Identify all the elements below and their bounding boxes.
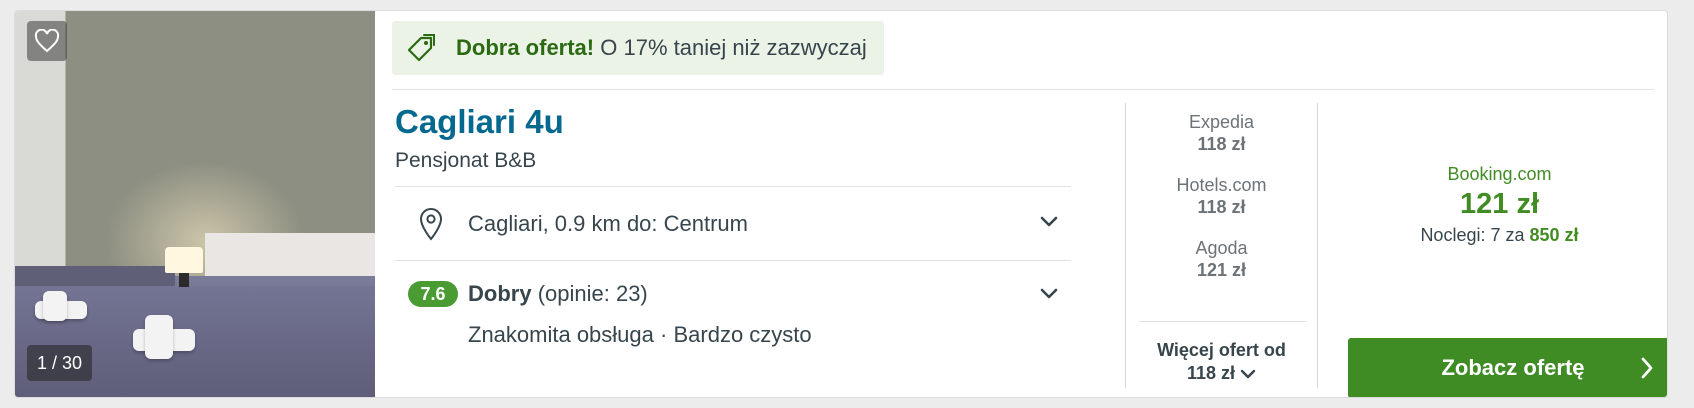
photo-lamp-base [179,273,189,287]
partner-name: Expedia [1188,112,1255,132]
rating-highlights: Znakomita obsługa · Bardzo czysto [468,322,812,348]
more-offers-label: Więcej ofert od [1157,340,1286,360]
top-offer: Booking.com 121 zł Noclegi: 7 za 850 zł [1318,163,1667,247]
rating-score-badge: 7.6 [408,281,458,307]
partner-name: Hotels.com [1176,175,1267,195]
nights-info: Noclegi: 7 za 850 zł [1318,223,1667,247]
partner-price: 118 zł [1197,197,1246,217]
chevron-right-icon [1640,356,1654,386]
location-row[interactable]: Cagliari, 0.9 km do: Centrum [395,187,1071,260]
location-text: Cagliari, 0.9 km do: Centrum [468,211,748,236]
divider [1139,321,1306,322]
map-pin-icon [417,207,445,246]
photo-lamp [165,247,203,273]
deal-description: O 17% taniej niż zazwyczaj [600,35,867,60]
nights-label: Noclegi: 7 za [1420,225,1525,245]
offer-provider[interactable]: Booking.com [1318,163,1667,185]
chevron-down-icon[interactable] [1039,287,1059,306]
partner-offer-hotels-com[interactable]: Hotels.com 118 zł [1126,174,1317,218]
chevron-down-icon [1240,370,1256,379]
hotel-name[interactable]: Cagliari 4u [395,103,564,141]
partner-name: Agoda [1195,238,1248,258]
heart-icon [34,29,60,53]
partner-price: 121 zł [1196,260,1247,280]
more-offers-button[interactable]: Więcej ofert od 118 zł [1126,339,1317,385]
price-tag-icon [404,31,438,65]
view-offer-button[interactable]: Zobacz ofertę [1348,338,1667,397]
chevron-down-icon[interactable] [1039,215,1059,234]
partner-offer-expedia[interactable]: Expedia 118 zł [1126,111,1317,155]
rating-text: Dobry (opinie: 23) [468,281,648,307]
rating-label: Dobry [468,281,532,306]
highlight: Bardzo czysto [673,322,812,347]
deal-banner: Dobra oferta! O 17% taniej niż zazwyczaj [392,21,884,75]
more-offers-price-line: 118 zł [1126,362,1317,385]
more-offers-price: 118 zł [1186,363,1236,383]
offer-price[interactable]: 121 zł [1318,185,1667,223]
favorite-button[interactable] [27,21,67,61]
hotel-photo[interactable]: 1 / 30 [15,11,375,397]
divider [392,89,1654,90]
hotel-card: 1 / 30 Dobra oferta! O 17% taniej niż za… [14,10,1668,398]
accommodation-type: Pensjonat B&B [395,149,537,172]
deal-label: Dobra oferta! [456,35,595,60]
partner-price: 118 zł [1197,134,1246,154]
rating-row[interactable]: 7.6 Dobry (opinie: 23) Znakomita obsługa… [395,261,1071,351]
photo-towel [145,315,173,359]
deal-text: Dobra oferta! O 17% taniej niż zazwyczaj [456,35,867,61]
photo-towel [43,291,67,321]
photo-counter: 1 / 30 [27,345,93,381]
total-price: 850 zł [1529,225,1579,245]
separator: · [660,322,668,347]
highlight: Znakomita obsługa [468,322,654,347]
review-count: (opinie: 23) [537,281,648,306]
view-offer-label: Zobacz ofertę [1441,355,1585,380]
partner-offer-agoda[interactable]: Agoda 121 zł [1126,237,1317,281]
partner-prices: Expedia 118 zł Hotels.com 118 zł Agoda 1… [1126,111,1317,300]
